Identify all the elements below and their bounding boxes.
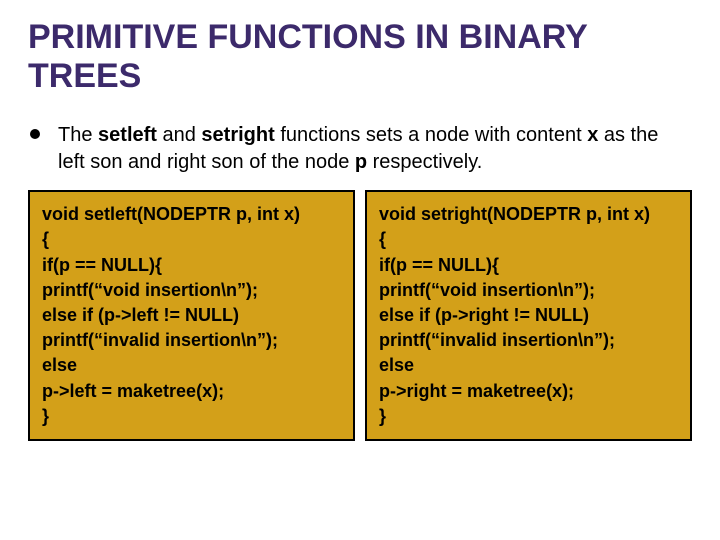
slide-title: PRIMITIVE FUNCTIONS IN BINARY TREES [28, 18, 692, 96]
text-segment: The [58, 124, 98, 146]
text-segment: respectively. [367, 151, 482, 173]
code-columns: void setleft(NODEPTR p, int x) { if(p ==… [28, 190, 692, 441]
body-paragraph-row: The setleft and setright functions sets … [28, 122, 692, 176]
text-bold-p: p [355, 151, 367, 173]
text-segment: functions sets a node with content [275, 124, 587, 146]
text-bold-setright: setright [201, 124, 274, 146]
bullet-icon [30, 129, 40, 139]
code-setright: void setright(NODEPTR p, int x) { if(p =… [365, 190, 692, 441]
code-setleft: void setleft(NODEPTR p, int x) { if(p ==… [28, 190, 355, 441]
text-segment: and [157, 124, 201, 146]
text-bold-x: x [587, 124, 598, 146]
text-bold-setleft: setleft [98, 124, 157, 146]
body-paragraph: The setleft and setright functions sets … [58, 122, 690, 176]
